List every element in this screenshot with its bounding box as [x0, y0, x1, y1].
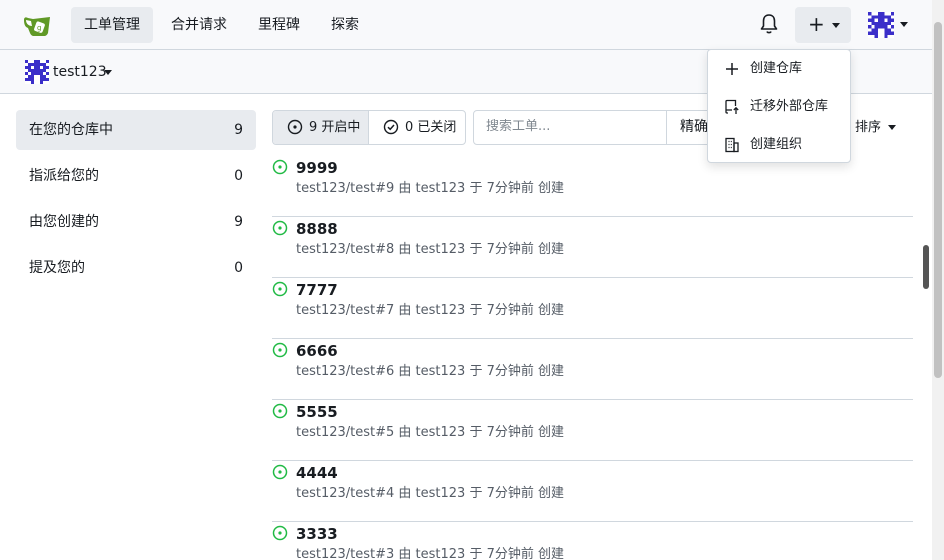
nav-milestones[interactable]: 里程碑: [245, 7, 313, 43]
sidebar-item-created-by-you[interactable]: 由您创建的 9: [16, 202, 256, 242]
menu-item-label: 创建仓库: [750, 61, 803, 76]
issue-meta: test123/test#4 由 test123 于 7分钟前 创建: [296, 486, 564, 501]
plus-icon: [726, 63, 738, 75]
issue-row: 5555 test123/test#5 由 test123 于 7分钟前 创建: [272, 400, 913, 461]
sort-label: 排序: [855, 120, 882, 135]
sidebar-item-count: 9: [234, 214, 243, 230]
tab-open-label: 9 开启中: [309, 120, 361, 135]
svg-text:g: g: [37, 24, 41, 32]
repo-push-icon: [725, 99, 739, 114]
sidebar-item-count: 0: [234, 260, 243, 276]
top-navbar: g 工单管理 合并请求 里程碑 探索 +: [0, 0, 932, 50]
issue-meta: test123/test#5 由 test123 于 7分钟前 创建: [296, 425, 564, 440]
issue-row: 3333 test123/test#3 由 test123 于 7分钟前 创建: [272, 522, 913, 560]
page-scrollbar[interactable]: [932, 0, 944, 560]
issue-open-icon: [272, 403, 288, 419]
issue-row: 4444 test123/test#4 由 test123 于 7分钟前 创建: [272, 461, 913, 522]
tab-open[interactable]: 9 开启中: [273, 111, 369, 144]
nav-explore[interactable]: 探索: [318, 7, 372, 43]
nav-pull-requests[interactable]: 合并请求: [158, 7, 240, 43]
issue-state-tabs: 9 开启中 0 已关闭: [272, 110, 466, 145]
sidebar-item-count: 9: [234, 122, 243, 138]
menu-item-label: 创建组织: [750, 137, 803, 152]
menu-item-label: 迁移外部仓库: [750, 99, 829, 114]
issue-meta: test123/test#7 由 test123 于 7分钟前 创建: [296, 303, 564, 318]
bell-icon[interactable]: [759, 13, 779, 35]
context-switcher[interactable]: test123: [53, 62, 107, 82]
issue-meta: test123/test#9 由 test123 于 7分钟前 创建: [296, 181, 564, 196]
issue-open-icon: [272, 159, 288, 175]
create-new-button[interactable]: +: [795, 7, 851, 43]
issue-title-link[interactable]: 4444: [296, 463, 338, 483]
issue-title-link[interactable]: 6666: [296, 341, 338, 361]
create-menu: 创建仓库 迁移外部仓库 创建组织: [707, 49, 851, 163]
organization-icon: [725, 137, 739, 153]
issue-title-link[interactable]: 5555: [296, 402, 338, 422]
issue-meta: test123/test#6 由 test123 于 7分钟前 创建: [296, 364, 564, 379]
sidebar-item-label: 由您创建的: [29, 214, 99, 230]
sort-dropdown[interactable]: 排序: [855, 118, 881, 138]
chevron-down-icon: [832, 23, 840, 28]
user-avatar[interactable]: [868, 12, 894, 38]
issue-title-link[interactable]: 3333: [296, 524, 338, 544]
issue-row: 7777 test123/test#7 由 test123 于 7分钟前 创建: [272, 278, 913, 339]
issue-row: 6666 test123/test#6 由 test123 于 7分钟前 创建: [272, 339, 913, 400]
avatar-chevron-down-icon[interactable]: [900, 22, 908, 27]
issue-title-link[interactable]: 7777: [296, 280, 338, 300]
scroll-indicator: [923, 245, 929, 289]
issue-meta: test123/test#3 由 test123 于 7分钟前 创建: [296, 547, 564, 560]
issue-row: 9999 test123/test#9 由 test123 于 7分钟前 创建: [272, 156, 913, 217]
issue-meta: test123/test#8 由 test123 于 7分钟前 创建: [296, 242, 564, 257]
tab-closed[interactable]: 0 已关闭: [369, 111, 465, 144]
tab-closed-label: 0 已关闭: [405, 120, 457, 135]
sidebar-item-assigned[interactable]: 指派给您的 0: [16, 156, 256, 196]
sidebar-item-label: 提及您的: [29, 260, 85, 276]
issue-opened-icon: [287, 119, 303, 135]
menu-item-migrate-repo[interactable]: 迁移外部仓库: [708, 88, 850, 126]
menu-item-new-org[interactable]: 创建组织: [708, 126, 850, 164]
sidebar-item-count: 0: [234, 168, 243, 184]
plus-icon: +: [808, 12, 825, 36]
issue-open-icon: [272, 342, 288, 358]
scrollbar-thumb[interactable]: [934, 22, 942, 378]
context-avatar: [25, 60, 49, 84]
issue-row: 8888 test123/test#8 由 test123 于 7分钟前 创建: [272, 217, 913, 278]
sort-chevron-down-icon[interactable]: [888, 125, 896, 130]
gitea-logo-icon[interactable]: g: [22, 11, 54, 39]
issue-open-icon: [272, 525, 288, 541]
issue-open-icon: [272, 220, 288, 236]
sidebar-item-label: 在您的仓库中: [29, 122, 113, 138]
menu-item-new-repo[interactable]: 创建仓库: [708, 50, 850, 88]
search-input[interactable]: [486, 119, 656, 134]
context-chevron-down-icon[interactable]: [104, 70, 112, 75]
nav-issues[interactable]: 工单管理: [71, 7, 153, 43]
issue-open-icon: [272, 281, 288, 297]
issue-title-link[interactable]: 8888: [296, 219, 338, 239]
sidebar-item-label: 指派给您的: [29, 168, 99, 184]
issue-open-icon: [272, 464, 288, 480]
issue-title-link[interactable]: 9999: [296, 158, 338, 178]
sidebar-item-your-repos[interactable]: 在您的仓库中 9: [16, 110, 256, 150]
issue-closed-icon: [383, 119, 399, 135]
sidebar-item-mentioned[interactable]: 提及您的 0: [16, 248, 256, 288]
